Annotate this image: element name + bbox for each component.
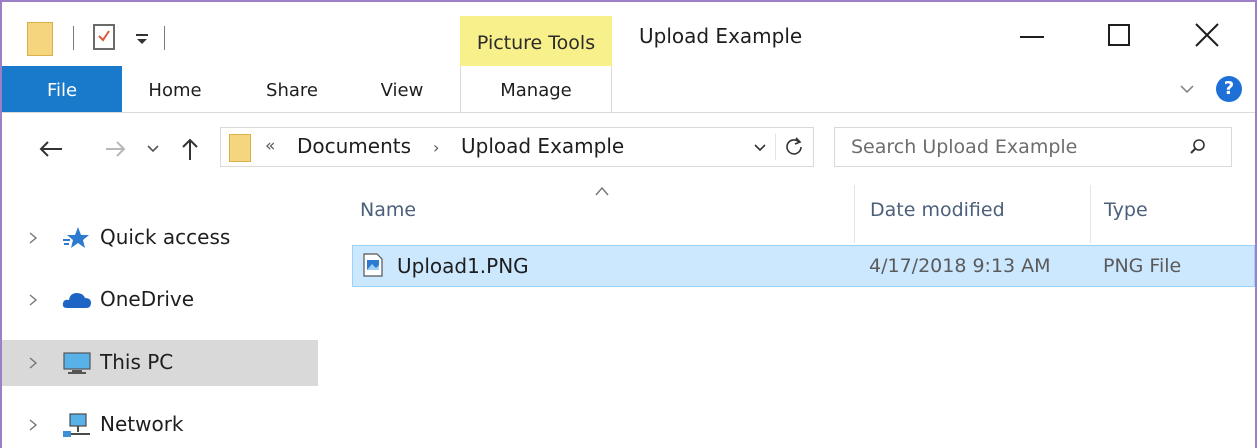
ribbon-tabs: File Home Share View Manage bbox=[2, 66, 1255, 113]
column-header-name[interactable]: Name bbox=[360, 199, 416, 221]
minimize-button[interactable] bbox=[1002, 12, 1062, 58]
search-icon[interactable] bbox=[1189, 138, 1207, 156]
tab-home[interactable]: Home bbox=[130, 66, 220, 112]
expand-chevron-icon[interactable] bbox=[28, 231, 38, 245]
sidebar-item-quick-access[interactable]: Quick access bbox=[2, 215, 318, 261]
title-bar: Picture Tools Upload Example bbox=[2, 2, 1255, 66]
sidebar-item-onedrive[interactable]: OneDrive bbox=[2, 277, 318, 323]
maximize-button[interactable] bbox=[1089, 12, 1149, 58]
tab-file[interactable]: File bbox=[2, 66, 122, 112]
star-icon bbox=[63, 227, 89, 248]
column-divider[interactable] bbox=[1090, 185, 1091, 243]
breadcrumb-documents[interactable]: Documents bbox=[297, 134, 411, 158]
toolbar-divider bbox=[73, 26, 74, 50]
explorer-window: Picture Tools Upload Example File Home S… bbox=[0, 0, 1257, 448]
tab-manage[interactable]: Manage bbox=[460, 66, 612, 112]
expand-chevron-icon[interactable] bbox=[28, 356, 38, 370]
file-type: PNG File bbox=[1103, 255, 1182, 277]
window-title: Upload Example bbox=[639, 24, 803, 48]
column-header-date-modified[interactable]: Date modified bbox=[870, 199, 1005, 221]
expand-ribbon-icon[interactable] bbox=[1178, 82, 1196, 96]
breadcrumb-upload-example[interactable]: Upload Example bbox=[461, 134, 624, 158]
address-bar[interactable]: « Documents › Upload Example bbox=[220, 127, 814, 167]
folder-icon bbox=[229, 134, 251, 162]
expand-chevron-icon[interactable] bbox=[28, 418, 38, 432]
sidebar-item-label: Quick access bbox=[100, 225, 231, 249]
cloud-icon bbox=[62, 293, 91, 308]
sidebar-item-label: This PC bbox=[100, 350, 174, 374]
toolbar-divider bbox=[164, 26, 165, 50]
picture-tools-label: Picture Tools bbox=[460, 16, 612, 66]
search-input[interactable] bbox=[835, 128, 1191, 166]
sidebar-item-label: OneDrive bbox=[100, 287, 195, 311]
refresh-icon[interactable] bbox=[783, 136, 805, 158]
help-icon[interactable]: ? bbox=[1216, 76, 1242, 102]
sidebar-item-network[interactable]: Network bbox=[2, 402, 318, 448]
file-name: Upload1.PNG bbox=[397, 254, 529, 278]
sidebar-item-this-pc[interactable]: This PC bbox=[2, 340, 318, 386]
forward-arrow-icon[interactable] bbox=[104, 135, 128, 163]
sidebar-item-label: Network bbox=[100, 412, 184, 436]
navigation-pane: Quick access OneDrive This PC Network bbox=[2, 185, 322, 448]
column-header-type[interactable]: Type bbox=[1104, 199, 1148, 221]
table-row[interactable]: Upload1.PNG 4/17/2018 9:13 AM PNG File bbox=[352, 245, 1255, 287]
file-date-modified: 4/17/2018 9:13 AM bbox=[869, 255, 1051, 277]
monitor-icon bbox=[63, 352, 91, 374]
tab-view[interactable]: View bbox=[357, 66, 447, 112]
tab-share[interactable]: Share bbox=[247, 66, 337, 112]
expand-chevron-icon[interactable] bbox=[28, 293, 38, 307]
navigation-bar: « Documents › Upload Example bbox=[2, 113, 1255, 185]
address-dropdown-icon[interactable] bbox=[753, 142, 767, 154]
close-button[interactable] bbox=[1177, 12, 1237, 58]
column-divider[interactable] bbox=[854, 185, 855, 243]
file-list: Name Date modified Type Upload1.PNG 4/17… bbox=[322, 185, 1255, 448]
recent-locations-icon[interactable] bbox=[146, 135, 160, 163]
sort-ascending-icon bbox=[595, 186, 609, 196]
breadcrumb-separator[interactable]: › bbox=[433, 138, 439, 157]
customize-toolbar-icon[interactable] bbox=[135, 28, 149, 48]
folder-icon[interactable] bbox=[27, 22, 53, 56]
breadcrumb-overflow[interactable]: « bbox=[265, 136, 275, 156]
search-box[interactable] bbox=[834, 127, 1232, 167]
back-arrow-icon[interactable] bbox=[36, 135, 66, 163]
network-icon bbox=[63, 413, 90, 437]
image-file-icon bbox=[363, 253, 383, 277]
properties-icon[interactable] bbox=[93, 24, 115, 50]
up-arrow-icon[interactable] bbox=[180, 135, 200, 163]
address-divider bbox=[775, 134, 776, 160]
